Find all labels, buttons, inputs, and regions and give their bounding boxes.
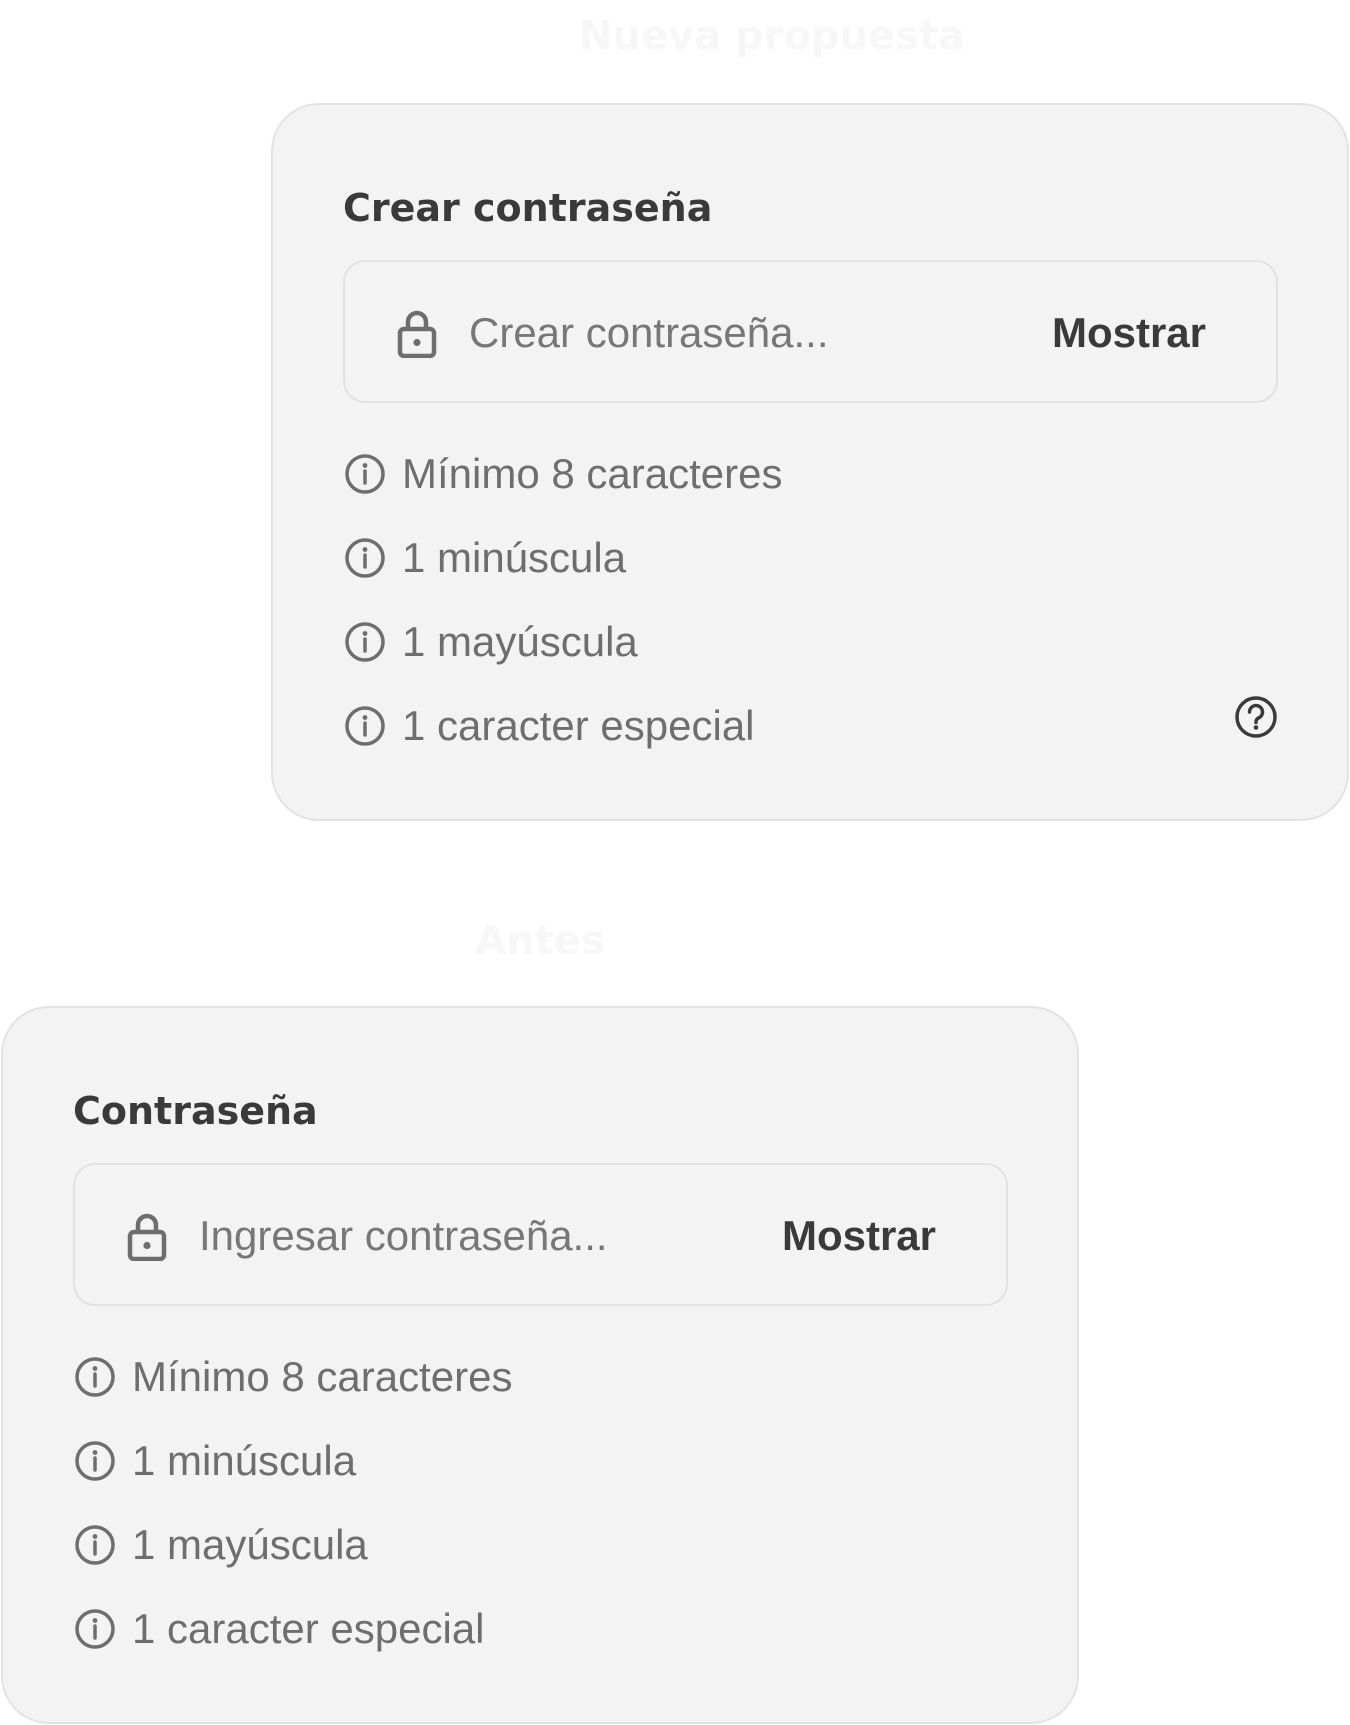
proposal-password-card: Crear contraseña Mostrar Mínimo 8 caract… [271, 103, 1349, 821]
lock-icon [397, 310, 437, 358]
before-show-password-button[interactable]: Mostrar [782, 1203, 936, 1269]
before-password-input[interactable] [199, 1203, 779, 1269]
requirement-item: 1 minúscula [343, 516, 782, 600]
info-icon [75, 1441, 115, 1481]
requirement-text: 1 minúscula [132, 1437, 357, 1484]
before-password-field[interactable]: Mostrar [73, 1163, 1008, 1306]
requirement-text: 1 minúscula [402, 534, 627, 581]
proposal-heading: Nueva propuesta [578, 13, 966, 59]
requirement-text: Mínimo 8 caracteres [132, 1353, 513, 1400]
proposal-password-input[interactable] [469, 300, 1049, 366]
info-icon [75, 1357, 115, 1397]
info-icon [345, 622, 385, 662]
info-icon [75, 1609, 115, 1649]
requirement-text: Mínimo 8 caracteres [402, 450, 783, 497]
before-card-title: Contraseña [73, 1089, 318, 1133]
requirement-item: 1 mayúscula [73, 1503, 512, 1587]
info-icon [345, 538, 385, 578]
requirement-text: 1 mayúscula [402, 618, 638, 665]
requirement-item: 1 minúscula [73, 1419, 512, 1503]
requirement-item: Mínimo 8 caracteres [73, 1335, 512, 1419]
info-icon [75, 1525, 115, 1565]
requirement-item: 1 mayúscula [343, 600, 782, 684]
proposal-requirements-list: Mínimo 8 caracteres 1 minúscula 1 mayúsc… [343, 432, 782, 768]
requirement-text: 1 caracter especial [402, 702, 755, 749]
proposal-password-field[interactable]: Mostrar [343, 260, 1278, 403]
help-icon[interactable] [1233, 694, 1279, 740]
requirement-text: 1 mayúscula [132, 1521, 368, 1568]
info-icon [345, 706, 385, 746]
proposal-show-password-button[interactable]: Mostrar [1052, 300, 1206, 366]
requirement-item: 1 caracter especial [73, 1587, 512, 1671]
requirement-item: 1 caracter especial [343, 684, 782, 768]
before-heading: Antes [475, 918, 605, 964]
info-icon [345, 454, 385, 494]
requirement-text: 1 caracter especial [132, 1605, 485, 1652]
proposal-card-title: Crear contraseña [343, 186, 713, 230]
before-requirements-list: Mínimo 8 caracteres 1 minúscula 1 mayúsc… [73, 1335, 512, 1671]
lock-icon [127, 1213, 167, 1261]
before-password-card: Contraseña Mostrar Mínimo 8 caracteres 1 [1, 1006, 1079, 1724]
requirement-item: Mínimo 8 caracteres [343, 432, 782, 516]
